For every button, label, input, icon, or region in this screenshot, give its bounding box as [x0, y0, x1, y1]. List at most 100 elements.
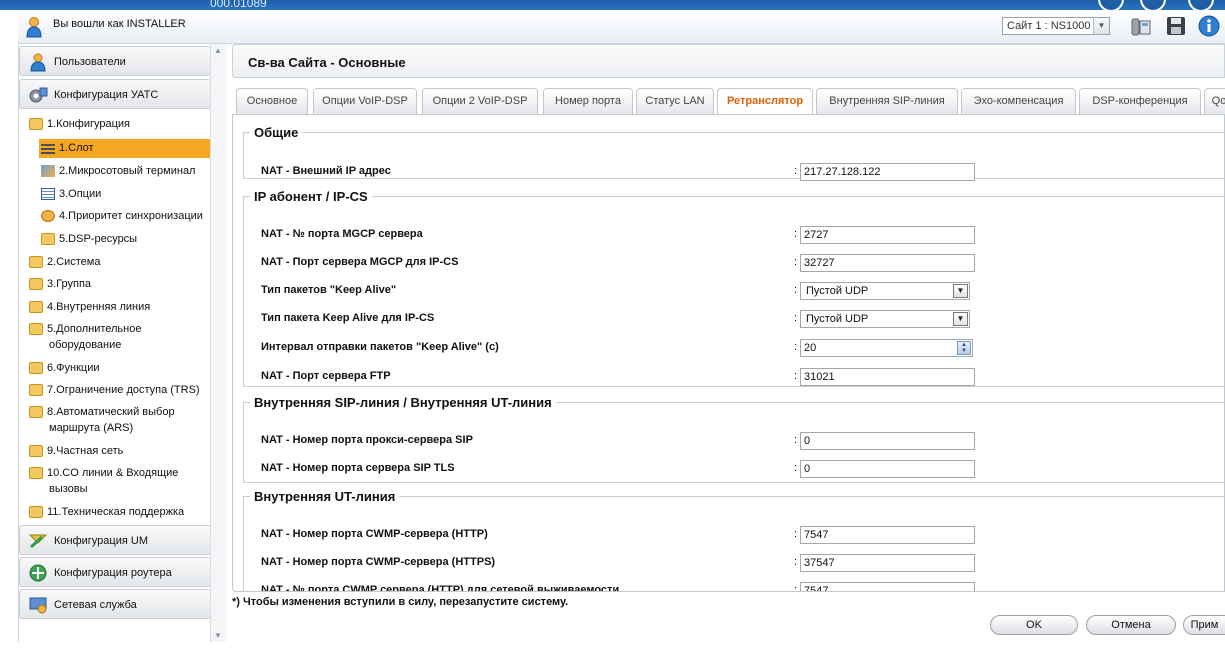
- field-label: NAT - Номер порта CWMP-сервера (HTTP): [261, 528, 488, 540]
- tree-item-group[interactable]: 3.Группа: [29, 276, 91, 292]
- stepper-value: 20: [804, 342, 817, 354]
- tree-item-dsp-resources[interactable]: 5.DSP-ресурсы: [41, 231, 137, 247]
- field-row: NAT - № порта MGCP сервера : 2727: [261, 226, 1221, 244]
- folder-icon: [29, 406, 43, 418]
- tab-lan-status[interactable]: Статус LAN: [636, 88, 714, 115]
- tab-qos[interactable]: Qo: [1204, 88, 1225, 115]
- field-colon: :: [794, 312, 798, 324]
- group-ut-line: Внутренняя UT-линия NAT - Номер порта CW…: [243, 489, 1224, 592]
- mgcp-port-input[interactable]: 2727: [800, 226, 975, 244]
- tree-item-slot[interactable]: 1.Слот: [41, 140, 94, 156]
- site-select[interactable]: Сайт 1 : NS1000 ▼: [1002, 17, 1110, 35]
- tab-voip-dsp-options-2[interactable]: Опции 2 VoIP-DSP: [422, 88, 538, 115]
- sip-proxy-port-input[interactable]: 0: [800, 432, 975, 450]
- chevron-down-icon: ▼: [953, 284, 968, 298]
- group-sip-ut-line: Внутренняя SIP-линия / Внутренняя UT-лин…: [243, 395, 1224, 483]
- tree-item-configuration[interactable]: 1.Конфигурация: [29, 116, 130, 132]
- field-colon: :: [794, 556, 798, 568]
- tree-item-options[interactable]: 3.Опции: [41, 186, 101, 202]
- tree-item-private-network[interactable]: 9.Частная сеть: [29, 443, 123, 459]
- sidebar-section-label: Пользователи: [54, 56, 126, 68]
- tab-dsp-conference[interactable]: DSP-конференция: [1079, 88, 1201, 115]
- sidebar-section-router-config[interactable]: Конфигурация роутера: [19, 557, 211, 587]
- keep-alive-type-select[interactable]: Пустой UDP ▼: [800, 282, 970, 300]
- apply-button[interactable]: Прим: [1183, 615, 1225, 635]
- info-icon[interactable]: [1198, 15, 1220, 37]
- field-colon: :: [794, 165, 798, 177]
- tree-item-label: 4.Внутренняя линия: [47, 301, 151, 313]
- page-title-box: Св-ва Сайта - Основные: [232, 44, 1225, 78]
- nat-external-ip-input[interactable]: 217.27.128.122: [800, 163, 975, 181]
- field-row: Тип пакета Keep Alive для IP-CS : Пустой…: [261, 310, 1221, 328]
- banner-code: 000.01089: [210, 0, 267, 10]
- pbx-config-icon: [29, 87, 48, 103]
- field-label: NAT - Порт сервера MGCP для IP-CS: [261, 256, 459, 268]
- scroll-up-icon[interactable]: ▲: [214, 46, 222, 55]
- tree-item-additional-equipment[interactable]: 5.Дополнительное оборудование: [29, 321, 141, 353]
- field-label: NAT - Номер порта CWMP-сервера (HTTPS): [261, 556, 496, 568]
- chevron-down-icon: ▼: [953, 312, 968, 326]
- group-ip-subscriber: IP абонент / IP-CS NAT - № порта MGCP се…: [243, 189, 1224, 387]
- tree-item-ars[interactable]: 8.Автоматический выбор маршрута (ARS): [29, 404, 175, 436]
- field-row: Тип пакетов "Keep Alive" : Пустой UDP ▼: [261, 282, 1221, 300]
- keep-alive-interval-stepper[interactable]: 20 ▲ ▼: [800, 339, 973, 357]
- tab-relay[interactable]: Ретранслятор: [717, 88, 813, 116]
- tree-item-features[interactable]: 6.Функции: [29, 360, 100, 376]
- login-info-bar: Вы вошли как INSTALLER Сайт 1 : NS1000 ▼: [18, 10, 1225, 44]
- sidebar-section-um-config[interactable]: Конфигурация UM: [19, 525, 211, 555]
- ftp-port-input[interactable]: 31021: [800, 368, 975, 386]
- ok-button[interactable]: OK: [990, 615, 1078, 635]
- tree-item-system[interactable]: 2.Система: [29, 254, 100, 270]
- tree-item-label: 5.Дополнительное: [47, 323, 142, 335]
- spin-arrows-icon[interactable]: ▲ ▼: [957, 341, 971, 355]
- scroll-down-icon[interactable]: ▼: [214, 631, 222, 640]
- field-colon: :: [794, 584, 798, 592]
- options-list-icon: [41, 188, 55, 200]
- field-row: NAT - Номер порта CWMP-сервера (HTTP) : …: [261, 526, 1221, 544]
- keep-alive-ipcs-type-select[interactable]: Пустой UDP ▼: [800, 310, 970, 328]
- main-panel: Св-ва Сайта - Основные Основное Опции Vo…: [232, 44, 1225, 642]
- tree-item-co-lines[interactable]: 10.CO линии & Входящие вызовы: [29, 465, 178, 497]
- tree-item-label: 9.Частная сеть: [47, 445, 124, 457]
- group-legend: Общие: [254, 125, 299, 140]
- tree-item-maintenance[interactable]: 11.Техническая поддержка: [29, 504, 184, 520]
- banner-circle-icon: [1140, 0, 1166, 10]
- cwmp-https-port-input[interactable]: 37547: [800, 554, 975, 572]
- folder-icon: [29, 323, 43, 335]
- logged-in-user-text: Вы вошли как INSTALLER: [53, 18, 186, 30]
- field-label: NAT - Порт сервера FTP: [261, 370, 391, 382]
- folder-icon: [29, 278, 43, 290]
- sidebar-section-label: Конфигурация УАТС: [54, 89, 159, 101]
- sidebar-section-pbx-config[interactable]: Конфигурация УАТС: [19, 79, 211, 109]
- cancel-button[interactable]: Отмена: [1086, 615, 1176, 635]
- field-label: NAT - Внешний IP адрес: [261, 165, 391, 177]
- field-colon: :: [794, 228, 798, 240]
- tree-item-trs[interactable]: 7.Ограничение доступа (TRS): [29, 382, 200, 398]
- field-row: NAT - Внешний IP адрес : 217.27.128.122: [261, 163, 1221, 181]
- tree-item-extension[interactable]: 4.Внутренняя линия: [29, 299, 150, 315]
- tree-item-label: 1.Конфигурация: [47, 118, 130, 130]
- tab-port-number[interactable]: Номер порта: [543, 88, 633, 115]
- mgcp-ipcs-port-input[interactable]: 32727: [800, 254, 975, 272]
- tab-echo-cancellation[interactable]: Эхо-компенсация: [961, 88, 1076, 115]
- router-config-icon: [29, 564, 47, 582]
- sidebar-scrollbar[interactable]: ▲ ▼: [210, 44, 226, 642]
- sidebar-section-users[interactable]: Пользователи: [19, 46, 211, 76]
- phone-config-icon[interactable]: [1130, 15, 1152, 37]
- sidebar-section-network-service[interactable]: Сетевая служба: [19, 589, 211, 619]
- tree-item-label-line2: оборудование: [49, 339, 122, 351]
- cwmp-http-port-input[interactable]: 7547: [800, 526, 975, 544]
- site-select-value: Сайт 1 : NS1000: [1007, 20, 1091, 32]
- tab-voip-dsp-options[interactable]: Опции VoIP-DSP: [313, 88, 417, 115]
- tree-item-sync-priority[interactable]: 4.Приоритет синхронизации: [41, 208, 203, 224]
- tab-basic[interactable]: Основное: [236, 88, 308, 115]
- folder-open-icon: [29, 118, 43, 130]
- restart-note: *) Чтобы изменения вступили в силу, пере…: [232, 596, 569, 608]
- field-row: NAT - Номер порта сервера SIP TLS : 0: [261, 460, 1221, 478]
- tab-internal-sip-line[interactable]: Внутренняя SIP-линия: [816, 88, 958, 115]
- tree-item-microcell-terminal[interactable]: 2.Микросотовый терминал: [41, 163, 195, 179]
- sip-tls-port-input[interactable]: 0: [800, 460, 975, 478]
- tree-item-label: 2.Микросотовый терминал: [59, 165, 196, 177]
- save-icon[interactable]: [1165, 15, 1187, 37]
- cwmp-survivability-port-input[interactable]: 7547: [800, 582, 975, 591]
